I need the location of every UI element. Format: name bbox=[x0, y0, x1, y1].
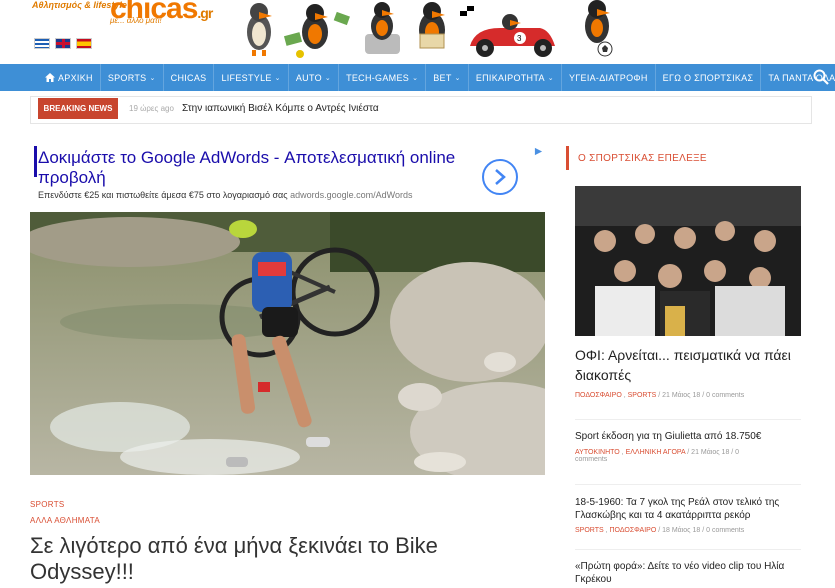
breaking-news-time: 19 ώρες ago bbox=[129, 104, 174, 113]
sidebar-item[interactable]: Sport έκδοση για τη Giulietta από 18.750… bbox=[575, 430, 803, 463]
chevron-down-icon: ⌄ bbox=[454, 74, 461, 82]
mascot-illustration: 3 bbox=[247, 0, 613, 58]
google-ad[interactable]: Δοκιμάστε το Google AdWords - Αποτελεσμα… bbox=[34, 145, 545, 205]
article-category-other[interactable]: ΑΛΛΑ ΑΘΛΗΜΑΤΑ bbox=[30, 516, 100, 525]
chevron-down-icon: ⌄ bbox=[274, 74, 281, 82]
sidebar-item[interactable]: «Πρώτη φορά»: Δείτε το νέο video clip το… bbox=[575, 560, 803, 586]
sidebar-item-title[interactable]: Sport έκδοση για τη Giulietta από 18.750… bbox=[575, 430, 803, 443]
breaking-news-label: BREAKING NEWS bbox=[38, 98, 118, 119]
team-celebration-image bbox=[575, 186, 801, 336]
chevron-down-icon: ⌄ bbox=[324, 74, 332, 82]
nav-item-home[interactable]: ΑΡΧΙΚΗ bbox=[38, 64, 101, 91]
spanish-flag-icon[interactable] bbox=[76, 38, 92, 49]
divider bbox=[575, 549, 801, 550]
language-switcher bbox=[34, 38, 92, 49]
nav-item-tech-games[interactable]: TECH-GAMES ⌄ bbox=[339, 64, 427, 91]
ad-arrow-button[interactable] bbox=[482, 159, 518, 195]
sidebar-item-title[interactable]: «Πρώτη φορά»: Δείτε το νέο video clip το… bbox=[575, 560, 803, 586]
divider bbox=[575, 419, 801, 420]
site-logo[interactable]: Αθλητισμός & lifestyle chicas.gr με... ά… bbox=[32, 0, 213, 30]
nav-item-auto[interactable]: AUTO ⌄ bbox=[289, 64, 340, 91]
sidebar-main-title[interactable]: ΟΦΙ: Αρνείται... πεισματικά να πάει διακ… bbox=[575, 345, 795, 385]
sidebar-item-title[interactable]: 18-5-1960: Τα 7 γκολ της Ρεάλ στον τελικ… bbox=[575, 496, 803, 522]
chevron-down-icon: ⌄ bbox=[149, 74, 156, 82]
sidebar-item-meta: SPORTS , ΠΟΔΟΣΦΑΙΡΟ / 18 Μάιος 18 / 0 co… bbox=[575, 527, 745, 534]
nav-item-chicas[interactable]: CHICAS bbox=[164, 64, 215, 91]
nav-item-sports[interactable]: SPORTS ⌄ bbox=[101, 64, 164, 91]
article-category-sports[interactable]: SPORTS bbox=[30, 500, 65, 509]
nav-item-lifestyle[interactable]: LIFESTYLE ⌄ bbox=[214, 64, 289, 91]
ad-title[interactable]: Δοκιμάστε το Google AdWords - Αποτελεσμα… bbox=[38, 148, 478, 188]
cyclist-river-image bbox=[30, 212, 545, 475]
breaking-news-link[interactable]: Στην ιαπωνική Βισέλ Κόμπε ο Αντρές Ινιέσ… bbox=[182, 103, 379, 114]
divider bbox=[575, 484, 801, 485]
sidebar-main-photo[interactable] bbox=[575, 186, 801, 336]
article-photo[interactable] bbox=[30, 212, 545, 475]
greek-flag-icon[interactable] bbox=[34, 38, 50, 49]
article-title[interactable]: Σε λιγότερο από ένα μήνα ξεκινάει το Bik… bbox=[30, 533, 500, 585]
nav-item-epikairotita[interactable]: ΕΠΙΚΑΙΡΟΤΗΤΑ ⌄ bbox=[469, 64, 562, 91]
breaking-news-bar: BREAKING NEWS 19 ώρες ago Στην ιαπωνική … bbox=[30, 96, 812, 124]
sidebar-heading: Ο ΣΠΟΡΤΣΙΚΑΣ ΕΠΕΛΕΞΕ bbox=[566, 146, 811, 170]
nav-item-bet[interactable]: BET ⌄ bbox=[426, 64, 469, 91]
home-icon bbox=[45, 73, 55, 82]
chevron-right-icon bbox=[495, 169, 506, 185]
main-nav: ΑΡΧΙΚΗ SPORTS ⌄ CHICAS LIFESTYLE ⌄ AUTO ⌄ T… bbox=[0, 64, 835, 91]
logo-slogan: με... άλλο ματι! bbox=[110, 16, 162, 25]
nav-item-sportsikas[interactable]: ΕΓΩ Ο ΣΠΟΡΤΣΙΚΑΣ bbox=[656, 64, 762, 91]
search-icon[interactable] bbox=[813, 69, 829, 85]
chevron-down-icon: ⌄ bbox=[547, 74, 554, 82]
site-header: Αθλητισμός & lifestyle chicas.gr με... ά… bbox=[0, 0, 835, 64]
nav-item-ygeia[interactable]: ΥΓΕΙΑ-ΔΙΑΤΡΟΦΗ bbox=[562, 64, 656, 91]
ad-text: Επενδύστε €25 και πιστωθείτε άμεσα €75 σ… bbox=[38, 190, 413, 200]
sidebar-main-meta: ΠΟΔΟΣΦΑΙΡΟ , SPORTS / 21 Μάιος 18 / 0 co… bbox=[575, 392, 745, 399]
ad-choices-icon[interactable] bbox=[534, 147, 543, 156]
mascot-banner: 3 bbox=[240, 0, 625, 58]
chevron-down-icon: ⌄ bbox=[412, 74, 419, 82]
uk-flag-icon[interactable] bbox=[55, 38, 71, 49]
sidebar-item[interactable]: 18-5-1960: Τα 7 γκολ της Ρεάλ στον τελικ… bbox=[575, 496, 803, 534]
sidebar-item-meta: ΑΥΤΟΚΙΝΗΤΟ , ΕΛΛΗΝΙΚΗ ΑΓΟΡΑ / 21 Μάιος 1… bbox=[575, 449, 740, 463]
svg-text:3: 3 bbox=[517, 34, 522, 43]
